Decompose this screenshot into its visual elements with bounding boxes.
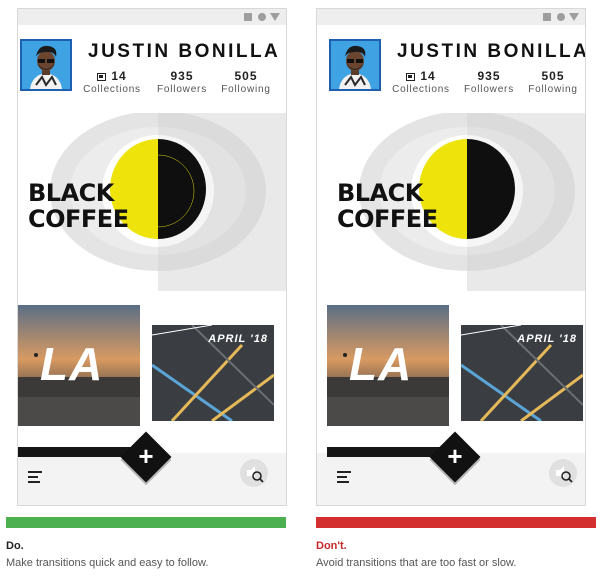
stat-collections[interactable]: 14 Collections bbox=[82, 69, 142, 95]
la-tile-label: LA bbox=[40, 338, 104, 390]
do-description: Make transitions quick and easy to follo… bbox=[6, 557, 209, 569]
transition-stroke bbox=[327, 447, 447, 457]
phone-mockup: JUSTIN BONILLA 14 Collections 935 Follow… bbox=[17, 8, 287, 506]
phone-mockup: JUSTIN BONILLA 14 Collections 935 Follow… bbox=[316, 8, 586, 506]
home-icon bbox=[258, 13, 266, 21]
transition-stroke bbox=[18, 447, 138, 457]
april-tile-label: APRIL '18 bbox=[517, 333, 577, 345]
profile-name: JUSTIN BONILLA bbox=[88, 41, 281, 62]
hero-title-line2: COFFEE bbox=[337, 205, 438, 233]
stat-collections[interactable]: 14 Collections bbox=[391, 69, 451, 95]
collections-label: Collections bbox=[392, 84, 450, 95]
dont-verdict: Don't. bbox=[316, 540, 347, 552]
menu-icon[interactable] bbox=[28, 471, 42, 483]
do-verdict: Do. bbox=[6, 540, 24, 552]
menu-icon[interactable] bbox=[337, 471, 351, 483]
stat-followers[interactable]: 935 Followers bbox=[152, 69, 212, 95]
signal-icon bbox=[569, 13, 579, 21]
status-bar bbox=[18, 9, 286, 25]
followers-count: 935 bbox=[477, 69, 501, 83]
la-tile-label: LA bbox=[349, 338, 413, 390]
followers-label: Followers bbox=[157, 84, 207, 95]
recents-icon bbox=[543, 13, 551, 21]
volume-button[interactable] bbox=[240, 459, 268, 487]
hero-title-line1: BLACK bbox=[337, 179, 423, 207]
april-tile-label: APRIL '18 bbox=[208, 333, 268, 345]
la-photo-tile[interactable]: LA bbox=[327, 305, 449, 426]
following-count: 505 bbox=[541, 69, 565, 83]
hero-title-line2: COFFEE bbox=[28, 205, 129, 233]
dont-panel: JUSTIN BONILLA 14 Collections 935 Follow… bbox=[316, 0, 600, 581]
following-count: 505 bbox=[234, 69, 258, 83]
home-icon bbox=[557, 13, 565, 21]
dont-indicator-bar bbox=[316, 517, 596, 528]
april-photo-tile[interactable]: APRIL '18 bbox=[152, 325, 274, 421]
stat-following[interactable]: 505 Following bbox=[214, 69, 278, 95]
avatar[interactable] bbox=[20, 39, 72, 91]
la-photo-tile[interactable]: LA bbox=[18, 305, 140, 426]
do-indicator-bar bbox=[6, 517, 286, 528]
do-panel: JUSTIN BONILLA 14 Collections 935 Follow… bbox=[6, 0, 296, 581]
volume-icon bbox=[556, 466, 573, 483]
stat-following[interactable]: 505 Following bbox=[521, 69, 585, 95]
status-bar bbox=[317, 9, 585, 25]
dont-description: Avoid transitions that are too fast or s… bbox=[316, 557, 517, 569]
volume-button[interactable] bbox=[549, 459, 577, 487]
signal-icon bbox=[270, 13, 280, 21]
black-coffee-image[interactable]: BLACK COFFEE bbox=[18, 113, 286, 291]
following-label: Following bbox=[221, 84, 271, 95]
stat-followers[interactable]: 935 Followers bbox=[459, 69, 519, 95]
volume-icon bbox=[247, 466, 264, 483]
black-coffee-image[interactable]: BLACK COFFEE bbox=[327, 113, 585, 291]
collections-count: 14 bbox=[420, 69, 436, 83]
collections-count: 14 bbox=[111, 69, 127, 83]
recents-icon bbox=[244, 13, 252, 21]
plus-icon: + bbox=[447, 441, 463, 471]
avatar[interactable] bbox=[329, 39, 381, 91]
following-label: Following bbox=[528, 84, 578, 95]
collections-label: Collections bbox=[83, 84, 141, 95]
followers-label: Followers bbox=[464, 84, 514, 95]
plus-icon: + bbox=[138, 441, 154, 471]
followers-count: 935 bbox=[170, 69, 194, 83]
collections-icon bbox=[406, 73, 416, 81]
collections-icon bbox=[97, 73, 107, 81]
profile-name: JUSTIN BONILLA bbox=[397, 41, 586, 62]
hero-title-line1: BLACK bbox=[28, 179, 114, 207]
april-photo-tile[interactable]: APRIL '18 bbox=[461, 325, 583, 421]
